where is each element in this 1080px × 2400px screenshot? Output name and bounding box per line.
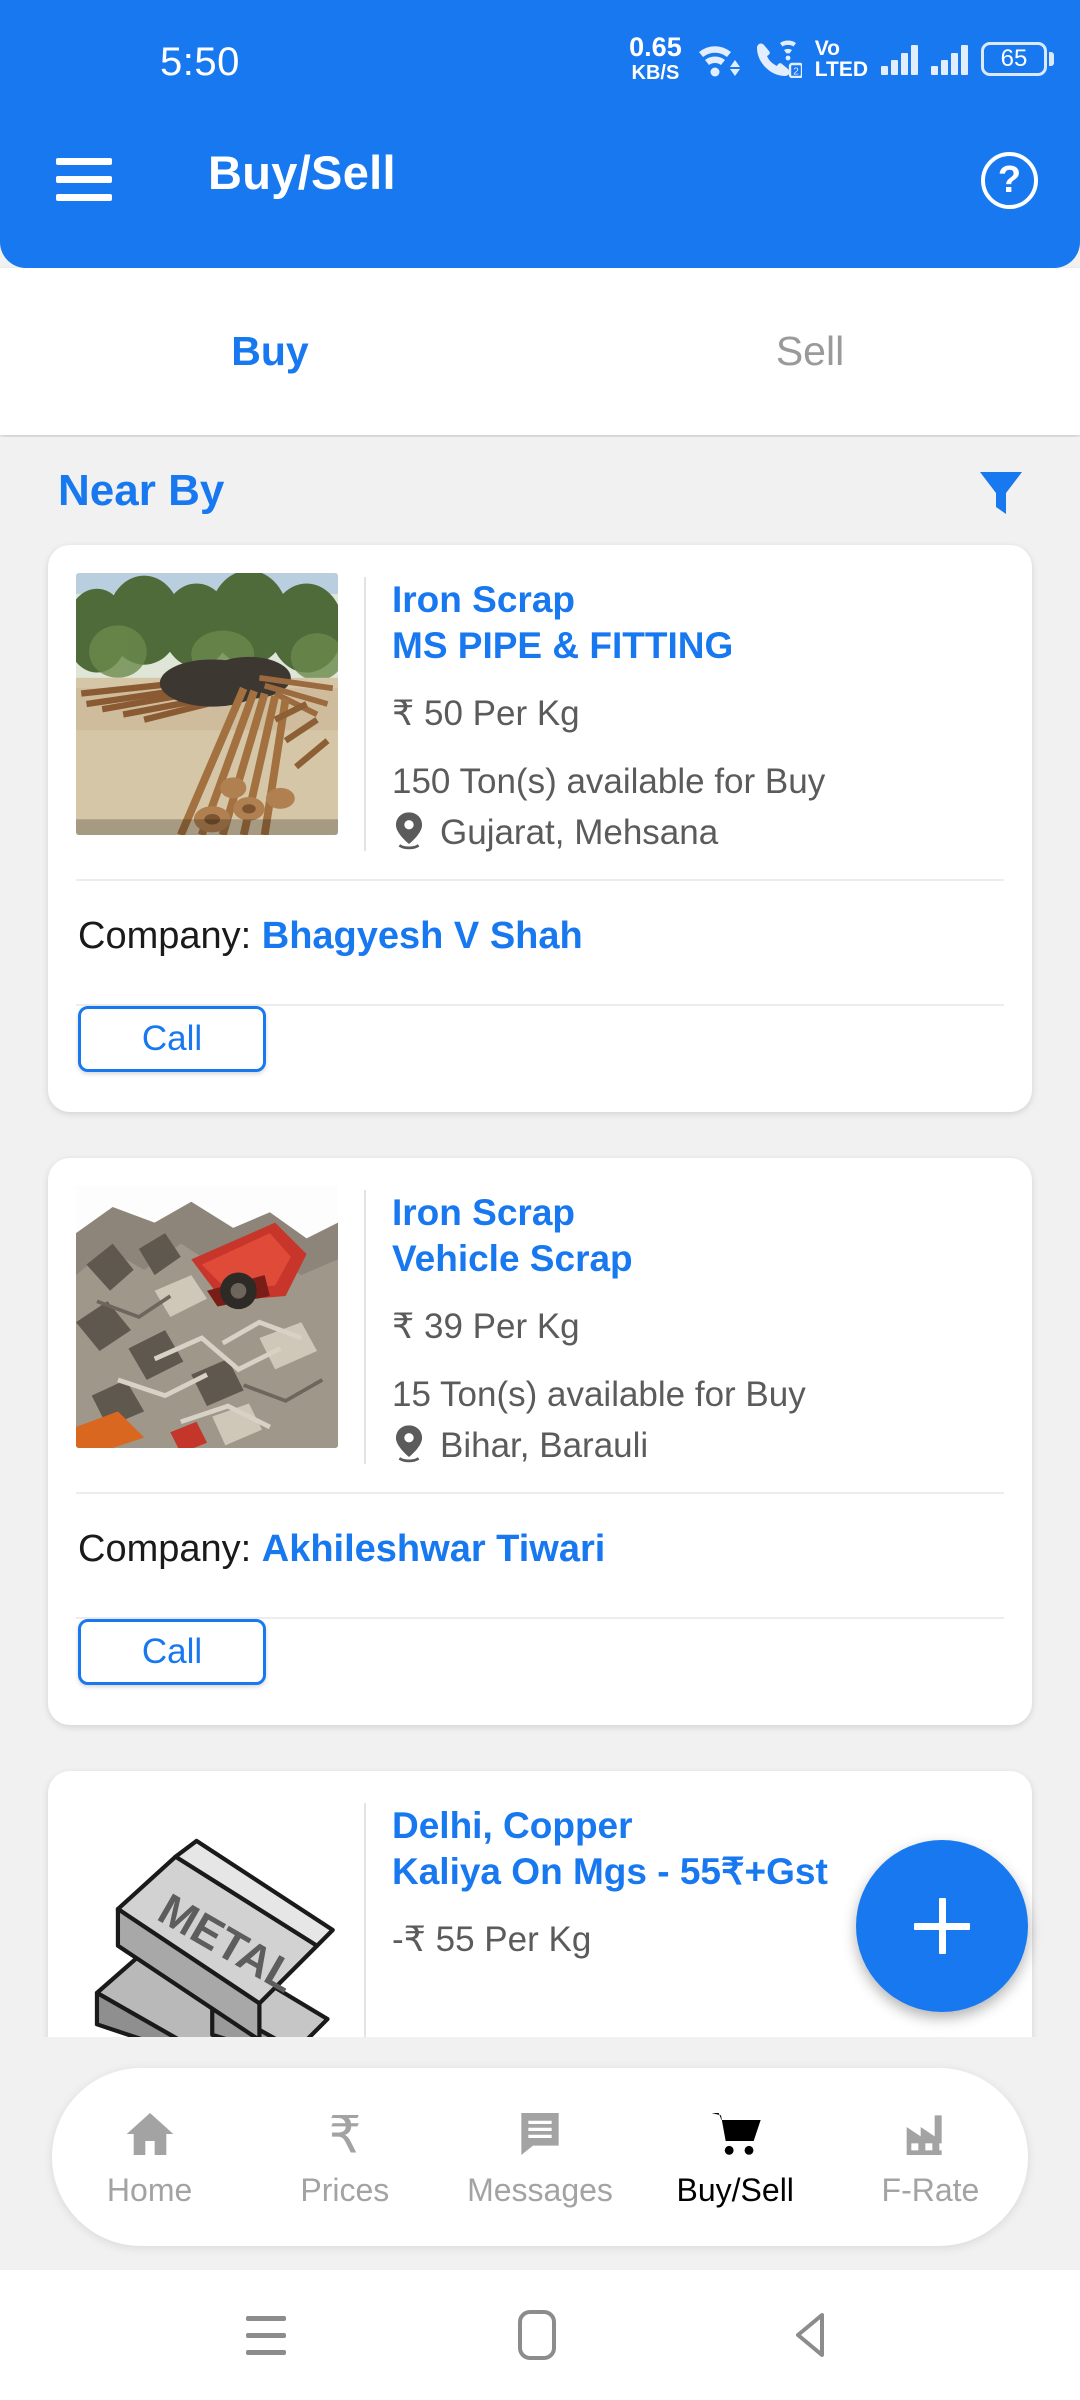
plus-icon — [914, 1898, 970, 1954]
location-pin-icon — [395, 1425, 423, 1463]
nav-item-home[interactable]: Home — [52, 2106, 247, 2209]
svg-text:₹: ₹ — [328, 2106, 361, 2161]
call-action-row: Call — [48, 1006, 1032, 1112]
filter-funnel-icon[interactable] — [970, 460, 1032, 522]
listing-location-row: Bihar, Barauli — [392, 1424, 1004, 1468]
battery-indicator: 65 — [981, 41, 1054, 76]
listing-quantity: 150 Ton(s) available for Buy — [392, 761, 826, 801]
nav-item-frate[interactable]: F-Rate — [833, 2106, 1028, 2209]
tab-buy[interactable]: Buy — [0, 268, 540, 435]
company-row: Company: Akhileshwar Tiwari — [48, 1494, 1032, 1603]
app-bar: 5:50 0.65 KB/S 2 Vo LTED 65 Buy/Sell ? — [0, 0, 1080, 268]
listing-price: ₹ 39 Per Kg — [392, 1306, 580, 1346]
location-pin-icon — [395, 812, 423, 850]
tab-sell[interactable]: Sell — [540, 268, 1080, 435]
company-label: Company: — [78, 1528, 252, 1571]
listing-info: Iron Scrap MS PIPE & FITTING ₹ 50 Per Kg… — [392, 573, 1004, 855]
page-title: Buy/Sell — [208, 146, 396, 199]
network-speed-value: 0.65 — [629, 32, 682, 62]
company-name[interactable]: Bhagyesh V Shah — [262, 915, 583, 957]
app-screen: 5:50 0.65 KB/S 2 Vo LTED 65 Buy/Sell ? B… — [0, 0, 1080, 2400]
card-divider — [364, 577, 366, 852]
listing-price: ₹ 50 Per Kg — [392, 693, 580, 733]
card-divider — [364, 1190, 366, 1465]
listing-location: Bihar, Barauli — [440, 1426, 649, 1466]
listing-quantity: 15 Ton(s) available for Buy — [392, 1375, 806, 1415]
listing-category: Iron Scrap — [392, 579, 575, 620]
listing-subtitle: MS PIPE & FITTING — [392, 624, 734, 666]
listing-location-row: Gujarat, Mehsana — [392, 811, 1004, 855]
call-button[interactable]: Call — [78, 1006, 266, 1073]
battery-level: 65 — [1000, 44, 1028, 72]
nearby-header: Near By — [0, 437, 1080, 545]
nav-label-frate: F-Rate — [881, 2171, 980, 2208]
listing-location: Gujarat, Mehsana — [440, 813, 719, 853]
back-triangle-icon[interactable] — [788, 2309, 834, 2361]
listing-card[interactable]: Iron Scrap MS PIPE & FITTING ₹ 50 Per Kg… — [48, 545, 1032, 1113]
status-bar: 5:50 0.65 KB/S 2 Vo LTED 65 — [0, 0, 1080, 128]
nav-label-buysell: Buy/Sell — [676, 2171, 794, 2208]
shopping-cart-icon — [711, 2112, 761, 2155]
svg-text:2: 2 — [793, 66, 799, 77]
message-icon — [521, 2112, 559, 2155]
call-action-row: Call — [48, 1619, 1032, 1725]
buy-sell-tabs: Buy Sell — [0, 268, 1080, 435]
rupee-icon: ₹ — [328, 2106, 361, 2161]
call-button[interactable]: Call — [78, 1619, 266, 1686]
nav-label-home: Home — [106, 2171, 193, 2208]
network-speed-unit: KB/S — [631, 62, 680, 84]
status-clock: 5:50 — [160, 40, 240, 84]
listing-category: Iron Scrap — [392, 1192, 575, 1234]
bottom-navigation: Home ₹ Prices Messages Buy/Sell F-Rate — [52, 2068, 1028, 2246]
network-speed-indicator: 0.65 KB/S — [629, 32, 682, 84]
tab-buy-label: Buy — [231, 328, 309, 374]
card-divider — [364, 1803, 366, 2037]
company-name[interactable]: Akhileshwar Tiwari — [262, 1528, 606, 1570]
home-icon — [126, 2112, 173, 2155]
android-system-nav — [0, 2270, 1080, 2400]
iron-pipes-scrap-photo[interactable] — [76, 573, 338, 835]
recents-icon[interactable] — [246, 2315, 286, 2355]
nearby-title: Near By — [58, 466, 225, 515]
listing-card-top: Iron Scrap MS PIPE & FITTING ₹ 50 Per Kg… — [48, 545, 1032, 865]
hamburger-menu-icon[interactable] — [56, 158, 112, 201]
wifi-calling-sim2-icon: 2 — [756, 39, 802, 78]
status-icons: 0.65 KB/S 2 Vo LTED 65 — [629, 34, 1054, 83]
company-label: Company: — [78, 915, 252, 958]
home-pill-icon[interactable] — [518, 2310, 556, 2360]
battery-nub — [1049, 51, 1054, 66]
vehicle-scrap-pile-photo[interactable] — [76, 1186, 338, 1449]
listing-card[interactable]: Iron Scrap Vehicle Scrap ₹ 39 Per Kg 15 … — [48, 1158, 1032, 1726]
listing-subtitle: Vehicle Scrap — [392, 1238, 633, 1279]
help-circle-icon[interactable]: ? — [981, 152, 1038, 209]
metal-ingots-photo[interactable]: METAL — [76, 1799, 338, 2037]
listing-info: Iron Scrap Vehicle Scrap ₹ 39 Per Kg 15 … — [392, 1186, 1004, 1468]
nav-label-messages: Messages — [467, 2171, 613, 2208]
nav-item-messages[interactable]: Messages — [442, 2106, 637, 2209]
signal-bars-sim1-icon — [881, 43, 918, 75]
signal-bars-sim2-icon — [931, 43, 968, 75]
listing-category: Delhi, Copper — [392, 1805, 633, 1847]
factory-icon — [907, 2114, 947, 2155]
listing-card-top: Iron Scrap Vehicle Scrap ₹ 39 Per Kg 15 … — [48, 1158, 1032, 1478]
wifi-icon — [698, 45, 740, 76]
company-row: Company: Bhagyesh V Shah — [48, 881, 1032, 990]
nav-item-buysell[interactable]: Buy/Sell — [638, 2106, 833, 2209]
volte-indicator: Vo LTED — [815, 38, 868, 80]
volte-line-1: Vo — [814, 36, 840, 60]
add-listing-fab[interactable] — [856, 1840, 1028, 2012]
tab-sell-label: Sell — [775, 328, 845, 374]
nav-item-prices[interactable]: ₹ Prices — [247, 2106, 442, 2209]
volte-line-2: LTED — [814, 57, 868, 81]
nav-label-prices: Prices — [300, 2171, 390, 2208]
listing-scroll-area[interactable]: Near By Iron Scrap MS PIPE & FITTING ₹ 5… — [0, 437, 1080, 2037]
